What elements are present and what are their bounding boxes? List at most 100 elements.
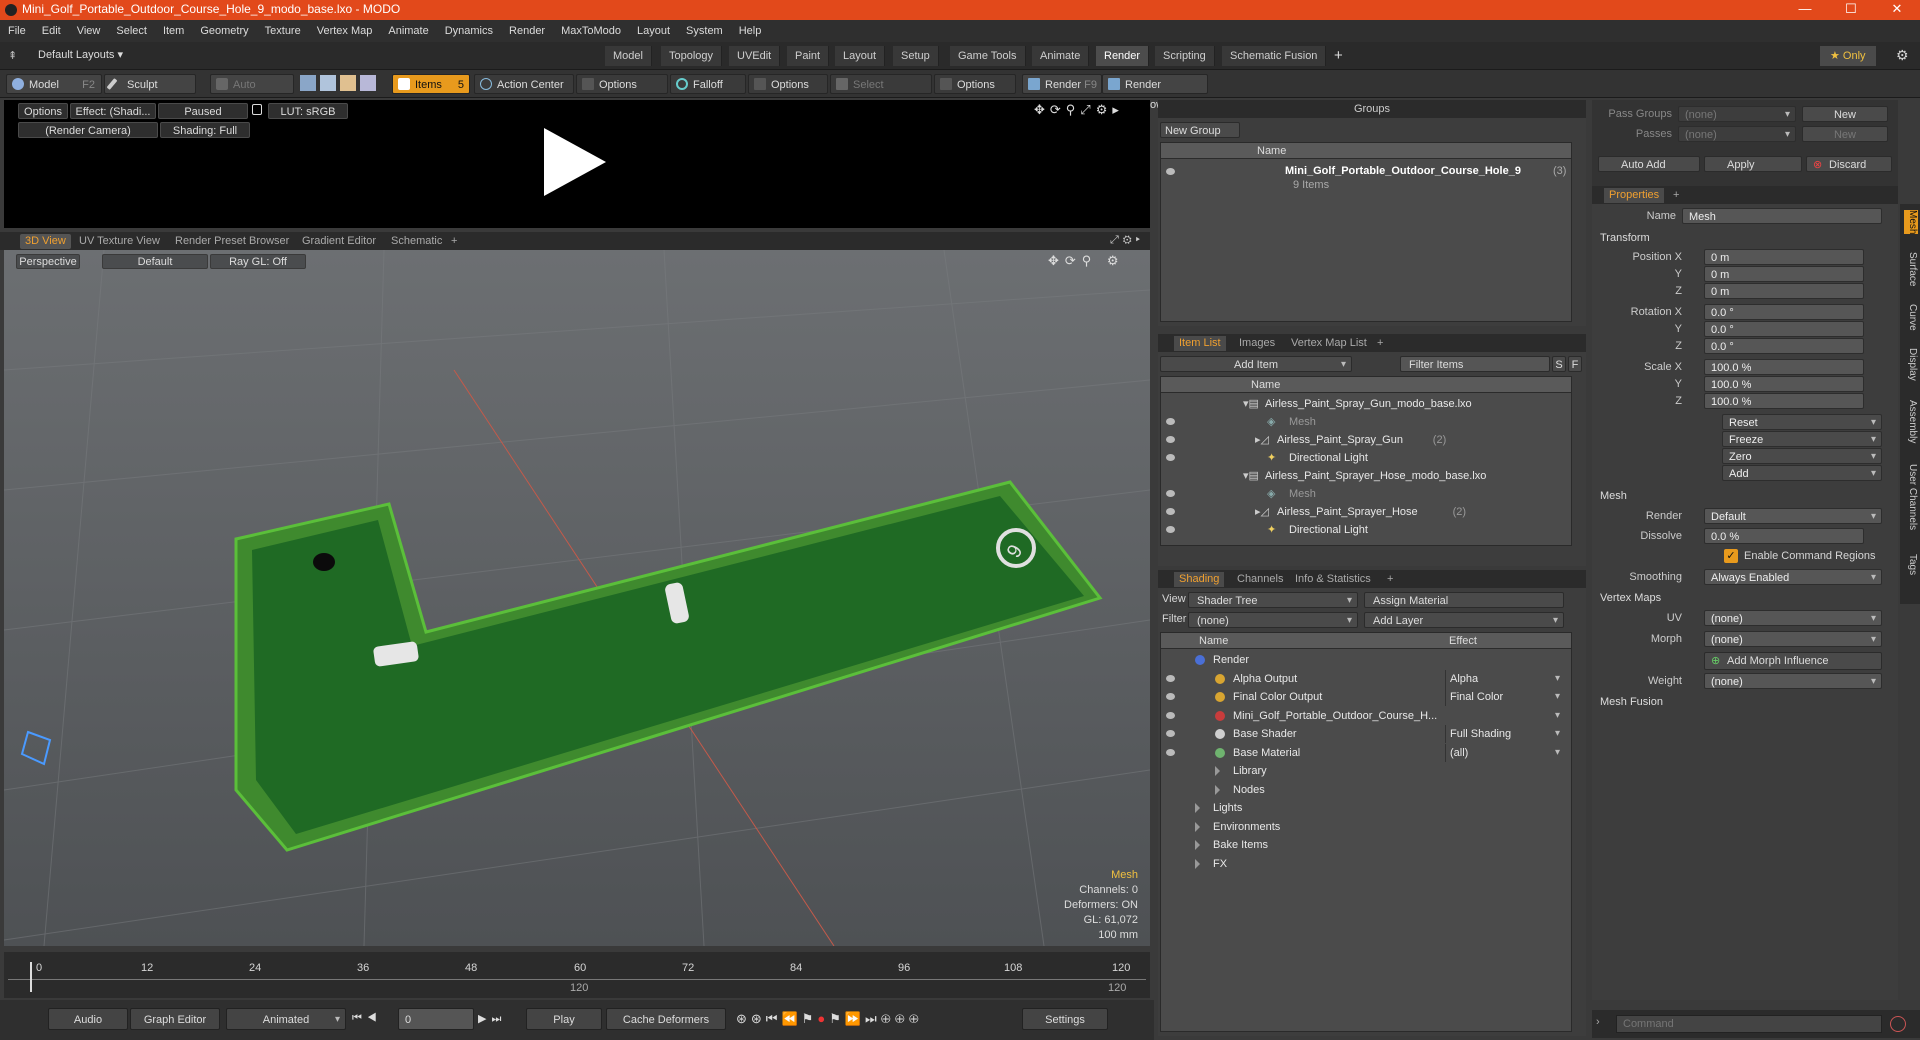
tab-properties[interactable]: Properties <box>1604 188 1665 203</box>
tab-topology[interactable]: Topology <box>661 46 723 66</box>
3d-viewport[interactable]: 9 Perspective Default Ray GL: Off ✥⟳⚲ ⚙ … <box>4 250 1150 946</box>
tab-schematic-fusion[interactable]: Schematic Fusion <box>1222 46 1327 66</box>
add-morph-influence-button[interactable]: ⊕ Add Morph Influence <box>1704 652 1882 670</box>
vertices-mode-icon[interactable] <box>300 75 316 91</box>
position-x-input[interactable]: 0 m <box>1704 249 1864 265</box>
layout-gear-icon[interactable]: ⚙ <box>1896 47 1909 64</box>
shader-effect-dropdown[interactable]: Final Color <box>1445 688 1565 706</box>
mesh-fusion-section[interactable]: Mesh Fusion <box>1600 694 1663 710</box>
render-button[interactable]: Render F9 <box>1022 74 1102 94</box>
tab-game-tools[interactable]: Game Tools <box>950 46 1026 66</box>
tab-shading[interactable]: Shading <box>1174 572 1225 587</box>
default-dropdown[interactable]: Default <box>102 254 208 269</box>
filter-f-button[interactable]: F <box>1568 356 1582 372</box>
layout-arrow-icon[interactable]: ⇞ <box>8 49 17 62</box>
record-icon[interactable]: ● <box>817 1011 829 1026</box>
lock-icon[interactable] <box>252 104 262 115</box>
step-back-icons[interactable]: ⏮◀ <box>352 1012 382 1025</box>
rotation-y-input[interactable]: 0.0 ° <box>1704 321 1864 337</box>
name-input[interactable]: Mesh <box>1682 208 1882 224</box>
side-tab-tags[interactable]: Tags <box>1904 554 1918 575</box>
polygons-mode-icon[interactable] <box>340 75 356 91</box>
item-list-row[interactable]: ▾▤ Airless_Paint_Sprayer_Hose_modo_base.l… <box>1161 467 1571 485</box>
menu-render[interactable]: Render <box>501 20 553 42</box>
add-layer-dropdown[interactable]: Add Layer <box>1364 612 1564 629</box>
morph-dropdown[interactable]: (none) <box>1704 631 1882 648</box>
raygl-toggle[interactable]: Ray GL: Off <box>210 254 306 269</box>
scale-x-input[interactable]: 100.0 % <box>1704 359 1864 375</box>
materials-mode-icon[interactable] <box>360 75 376 91</box>
shader-row[interactable]: Library <box>1161 762 1571 780</box>
auto-select-button[interactable]: Auto Select <box>210 74 294 111</box>
item-list-row[interactable]: ◈ Mesh <box>1161 413 1571 431</box>
animated-dropdown[interactable]: Animated <box>226 1008 346 1031</box>
apply-button[interactable]: Apply <box>1704 156 1802 172</box>
play-icon[interactable] <box>544 128 606 196</box>
render-camera-dropdown[interactable]: (Render Camera) <box>18 122 158 138</box>
pass-groups-dropdown[interactable]: (none) <box>1678 106 1796 123</box>
scale-y-input[interactable]: 100.0 % <box>1704 376 1864 392</box>
tab-uv-texture-view[interactable]: UV Texture View <box>74 234 165 249</box>
item-list-row[interactable]: ▸◿ Airless_Paint_Spray_Gun (2) <box>1161 431 1571 449</box>
menu-item[interactable]: Item <box>155 20 192 42</box>
menu-geometry[interactable]: Geometry <box>192 20 256 42</box>
add-item-dropdown[interactable]: Add Item <box>1160 356 1352 373</box>
menu-layout[interactable]: Layout <box>629 20 678 42</box>
tab-render[interactable]: Render <box>1096 46 1150 66</box>
falloff-button[interactable]: Falloff <box>670 74 746 94</box>
tab-animate[interactable]: Animate <box>1032 46 1090 66</box>
view-dropdown[interactable]: Shader Tree <box>1188 592 1358 609</box>
tab-3d-view[interactable]: 3D View <box>20 234 71 249</box>
shader-row[interactable]: FX <box>1161 855 1571 873</box>
tab-setup[interactable]: Setup <box>893 46 939 66</box>
menu-edit[interactable]: Edit <box>34 20 69 42</box>
close-button[interactable]: ✕ <box>1874 0 1920 20</box>
play-button[interactable]: Play <box>526 1008 602 1030</box>
visibility-eye-icon[interactable] <box>1166 730 1175 737</box>
frame-input[interactable]: 0 <box>398 1008 474 1030</box>
groups-list[interactable]: Name Mini_Golf_Portable_Outdoor_Course_H… <box>1160 142 1572 322</box>
shading-filter-dropdown[interactable]: (none) <box>1188 612 1358 629</box>
render-options-button[interactable]: Options <box>18 103 68 119</box>
add-transform-dropdown[interactable]: Add <box>1722 465 1882 482</box>
tab-paint[interactable]: Paint <box>787 46 830 66</box>
command-input[interactable] <box>1616 1015 1882 1033</box>
tab-gradient-editor[interactable]: Gradient Editor <box>297 234 381 249</box>
shader-row[interactable]: Render <box>1161 651 1571 669</box>
menu-select[interactable]: Select <box>108 20 155 42</box>
model-mode-button[interactable]: Model F2 <box>6 74 102 94</box>
side-tab-curve[interactable]: Curve <box>1904 304 1918 331</box>
visibility-eye-icon[interactable] <box>1166 508 1175 515</box>
tab-model[interactable]: Model <box>605 46 652 66</box>
discard-button[interactable]: ⊗ Discard <box>1806 156 1892 172</box>
pass-new-button[interactable]: New <box>1802 106 1888 122</box>
add-shading-tab[interactable]: + <box>1382 572 1398 587</box>
only-toggle[interactable]: ★ Only <box>1820 46 1876 66</box>
menu-system[interactable]: System <box>678 20 731 42</box>
tab-layout[interactable]: Layout <box>835 46 886 66</box>
rotation-z-input[interactable]: 0.0 ° <box>1704 338 1864 354</box>
shader-effect-dropdown[interactable]: (all) <box>1445 743 1565 762</box>
visibility-eye-icon[interactable] <box>1166 693 1175 700</box>
tab-schematic[interactable]: Schematic <box>386 234 447 249</box>
visibility-eye-icon[interactable] <box>1166 436 1175 443</box>
audio-button[interactable]: Audio <box>48 1008 128 1030</box>
item-list-row[interactable]: ✦ Directional Light <box>1161 449 1571 467</box>
menu-view[interactable]: View <box>69 20 109 42</box>
visibility-eye-icon[interactable] <box>1166 748 1175 756</box>
visibility-eye-icon[interactable] <box>1166 711 1175 719</box>
menu-vertex-map[interactable]: Vertex Map <box>309 20 381 42</box>
render-effect-dropdown[interactable]: Effect: (Shadi... <box>70 103 156 119</box>
shader-row[interactable]: Final Color Output Final Color <box>1161 688 1571 706</box>
visibility-eye-icon[interactable] <box>1166 168 1175 175</box>
shader-effect-dropdown[interactable]: Full Shading <box>1445 725 1565 743</box>
visibility-eye-icon[interactable] <box>1166 418 1175 425</box>
menu-file[interactable]: File <box>0 20 34 42</box>
menu-dynamics[interactable]: Dynamics <box>437 20 501 42</box>
filter-items-input[interactable]: Filter Items <box>1400 356 1550 372</box>
items-mode-button[interactable]: Items 5 <box>392 74 470 94</box>
tab-images[interactable]: Images <box>1234 336 1280 351</box>
position-y-input[interactable]: 0 m <box>1704 266 1864 282</box>
transform-section[interactable]: Transform <box>1600 230 1650 246</box>
item-list-row[interactable]: ✦ Directional Light <box>1161 521 1571 539</box>
